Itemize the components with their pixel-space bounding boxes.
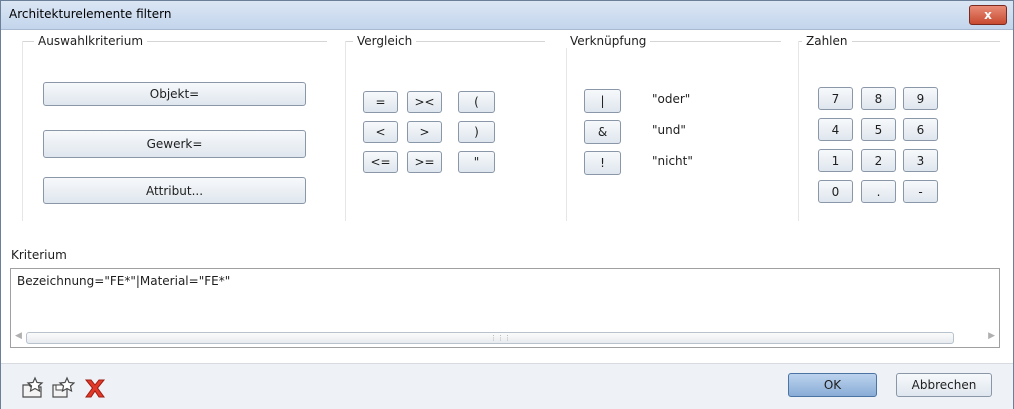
- objekt-button[interactable]: Objekt=: [43, 82, 306, 106]
- digit-7-button[interactable]: 7: [818, 87, 853, 110]
- dialog-window: Architekturelemente filtern x Auswahlkri…: [0, 0, 1014, 409]
- minus-button[interactable]: -: [903, 180, 938, 203]
- zahlen-label: Zahlen: [802, 34, 852, 48]
- close-paren-button[interactable]: ): [458, 121, 495, 143]
- window-title: Architekturelemente filtern: [9, 7, 172, 21]
- digit-3-button[interactable]: 3: [903, 149, 938, 172]
- greater-than-button[interactable]: >: [407, 121, 442, 143]
- dialog-footer: OK Abbrechen: [1, 363, 1013, 409]
- digit-6-button[interactable]: 6: [903, 118, 938, 141]
- ok-button[interactable]: OK: [788, 373, 877, 397]
- digit-8-button[interactable]: 8: [861, 87, 896, 110]
- title-bar: Architekturelemente filtern x: [1, 1, 1013, 30]
- greater-equal-button[interactable]: >=: [407, 151, 442, 173]
- less-equal-button[interactable]: <=: [363, 151, 398, 173]
- decimal-point-button[interactable]: .: [861, 180, 896, 203]
- or-description: "oder": [652, 92, 691, 106]
- and-button[interactable]: &: [584, 120, 621, 144]
- verknuepfung-label: Verknüpfung: [566, 34, 651, 48]
- attribut-button[interactable]: Attribut...: [43, 177, 306, 204]
- vergleich-group: Vergleich = >< ( < > ) <= >= ": [345, 34, 545, 224]
- kriterium-label: Kriterium: [11, 248, 67, 262]
- between-button[interactable]: ><: [407, 91, 442, 113]
- scroll-right-icon[interactable]: ▶: [988, 331, 995, 341]
- auswahl-label: Auswahlkriterium: [34, 34, 148, 48]
- close-button[interactable]: x: [969, 5, 1007, 25]
- verknuepfung-group: Verknüpfung | "oder" & "und" ! "nicht": [566, 34, 781, 224]
- gewerk-button[interactable]: Gewerk=: [43, 130, 306, 158]
- scroll-left-icon[interactable]: ◀: [15, 331, 22, 341]
- close-icon: x: [984, 8, 992, 22]
- less-than-button[interactable]: <: [363, 121, 398, 143]
- not-description: "nicht": [652, 154, 693, 168]
- dialog-content: Auswahlkriterium Objekt= Gewerk= Attribu…: [1, 30, 1013, 363]
- delete-icon[interactable]: [83, 376, 107, 400]
- kriterium-textbox[interactable]: Bezeichnung="FE*"|Material="FE*" ◀ ⋮⋮⋮ ▶: [10, 268, 1000, 348]
- zahlen-group: Zahlen 7 8 9 4 5 6 1 2 3 0 . -: [798, 34, 1000, 224]
- or-button[interactable]: |: [584, 89, 621, 113]
- open-favorite-icon[interactable]: [21, 376, 45, 400]
- digit-9-button[interactable]: 9: [903, 87, 938, 110]
- vergleich-label: Vergleich: [353, 34, 417, 48]
- cancel-button[interactable]: Abbrechen: [896, 373, 992, 397]
- open-paren-button[interactable]: (: [458, 91, 495, 113]
- digit-0-button[interactable]: 0: [818, 180, 853, 203]
- kriterium-value: Bezeichnung="FE*"|Material="FE*": [17, 274, 231, 288]
- scrollbar-thumb[interactable]: ⋮⋮⋮: [26, 332, 954, 344]
- quote-button[interactable]: ": [458, 151, 495, 173]
- digit-1-button[interactable]: 1: [818, 149, 853, 172]
- digit-2-button[interactable]: 2: [861, 149, 896, 172]
- digit-4-button[interactable]: 4: [818, 118, 853, 141]
- horizontal-scrollbar[interactable]: ◀ ⋮⋮⋮ ▶: [12, 330, 998, 346]
- auswahl-group: Auswahlkriterium Objekt= Gewerk= Attribu…: [22, 34, 327, 224]
- save-favorite-icon[interactable]: [51, 376, 76, 400]
- scroll-grip-icon: ⋮⋮⋮: [490, 334, 511, 342]
- digit-5-button[interactable]: 5: [861, 118, 896, 141]
- and-description: "und": [652, 123, 686, 137]
- equals-button[interactable]: =: [363, 91, 398, 113]
- not-button[interactable]: !: [584, 151, 621, 175]
